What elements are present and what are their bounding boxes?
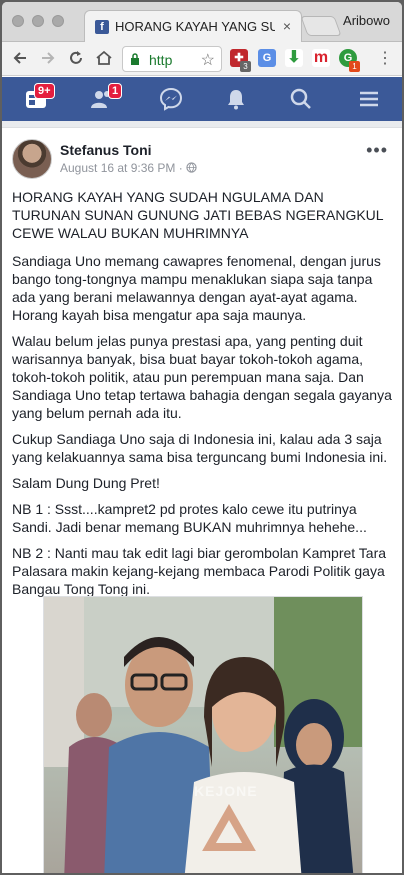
extension-badge-2: 1 <box>349 61 360 72</box>
search-icon[interactable] <box>289 87 313 111</box>
tab-title: HORANG KAYAH YANG SUDAH NGULAMA <box>115 19 275 34</box>
address-bar[interactable]: http ☆ <box>122 46 222 72</box>
photo-watermark: KEJONE <box>194 783 258 799</box>
home-icon[interactable] <box>95 49 113 67</box>
profile-name[interactable]: Aribowo <box>343 13 390 28</box>
forward-arrow-icon[interactable] <box>39 49 57 67</box>
post-options-icon[interactable]: ••• <box>366 140 388 161</box>
friend-requests-badge: 1 <box>108 83 123 99</box>
facebook-favicon-icon: f <box>95 20 109 34</box>
mendeley-extension-icon[interactable]: m <box>312 49 330 67</box>
post-paragraph: Walau belum jelas punya prestasi apa, ya… <box>12 333 392 421</box>
post-body: HORANG KAYAH YANG SUDAH NGULAMA DAN TURU… <box>12 188 394 606</box>
globe-icon <box>186 162 197 173</box>
browser-window: f HORANG KAYAH YANG SUDAH NGULAMA × Arib… <box>2 2 402 873</box>
lock-icon <box>131 53 139 65</box>
minimize-window-button[interactable] <box>32 15 44 27</box>
hamburger-menu-icon[interactable] <box>357 87 381 111</box>
close-window-button[interactable] <box>12 15 24 27</box>
bookmark-star-icon[interactable]: ☆ <box>201 50 215 70</box>
browser-tab[interactable]: f HORANG KAYAH YANG SUDAH NGULAMA × <box>84 10 302 42</box>
news-feed: Stefanus Toni August 16 at 9:36 PM · •••… <box>2 121 402 873</box>
post-meta: August 16 at 9:36 PM · <box>60 161 197 175</box>
post-paragraph: Sandiaga Uno memang cawapres fenomenal, … <box>12 253 381 323</box>
post-author[interactable]: Stefanus Toni <box>60 142 152 158</box>
zoom-window-button[interactable] <box>52 15 64 27</box>
facebook-navbar: 9+ 1 <box>2 77 402 121</box>
post-photo-illustration <box>44 597 362 873</box>
tab-close-icon[interactable]: × <box>283 18 291 34</box>
post-paragraph: Cukup Sandiaga Uno saja di Indonesia ini… <box>12 431 388 465</box>
new-tab-button[interactable] <box>300 16 342 36</box>
post-photo[interactable]: KEJONE <box>43 596 363 873</box>
extension-badge: 3 <box>240 61 251 72</box>
notifications-bell-icon[interactable] <box>224 87 248 111</box>
author-avatar[interactable] <box>12 139 52 179</box>
browser-toolbar: http ☆ ✚ 3 G ⬇ m G 1 ⋮ <box>2 42 402 76</box>
url-text: http <box>149 52 173 68</box>
post-timestamp[interactable]: August 16 at 9:36 PM · <box>60 161 186 175</box>
post-paragraph: NB 1 : Ssst....kampret2 pd protes kalo c… <box>12 501 367 535</box>
post-paragraph: NB 2 : Nanti mau tak edit lagi biar gero… <box>12 545 387 597</box>
news-feed-badge: 9+ <box>34 83 55 99</box>
browser-menu-icon[interactable]: ⋮ <box>377 49 393 69</box>
messenger-icon[interactable] <box>159 87 183 111</box>
post-paragraph: Salam Dung Dung Pret! <box>12 475 160 491</box>
tab-bar: f HORANG KAYAH YANG SUDAH NGULAMA × Arib… <box>2 2 402 42</box>
back-arrow-icon[interactable] <box>11 49 29 67</box>
download-extension-icon[interactable]: ⬇ <box>285 49 303 67</box>
translate-extension-icon[interactable]: G <box>258 49 276 67</box>
post-card: Stefanus Toni August 16 at 9:36 PM · •••… <box>2 127 402 873</box>
post-headline: HORANG KAYAH YANG SUDAH NGULAMA DAN TURU… <box>12 189 384 241</box>
reload-icon[interactable] <box>67 49 85 67</box>
